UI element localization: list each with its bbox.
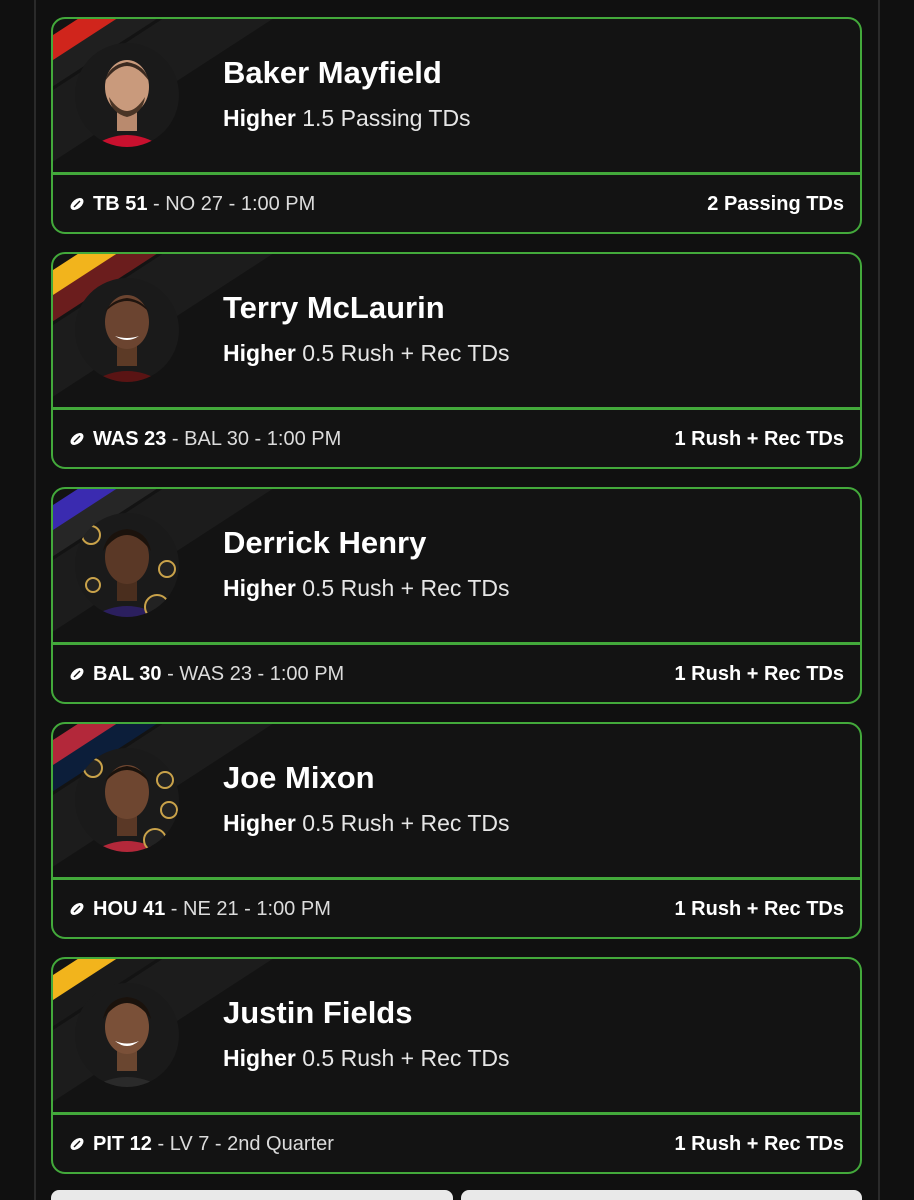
bottom-action-button-left[interactable]	[51, 1190, 453, 1200]
player-name: Derrick Henry	[223, 525, 427, 560]
stat-result: 1 Rush + Rec TDs	[674, 898, 844, 920]
player-name: Baker Mayfield	[223, 55, 442, 90]
pick-line: Higher 0.5 Rush + Rec TDs	[223, 810, 510, 837]
pick-direction: Higher	[223, 340, 296, 366]
pick-direction: Higher	[223, 1045, 296, 1071]
bottom-action-button-right[interactable]	[461, 1190, 862, 1200]
pick-card-footer: PIT 12 - LV 7 - 2nd Quarter 1 Rush + Rec…	[53, 1115, 860, 1172]
pick-card-footer: WAS 23 - BAL 30 - 1:00 PM 1 Rush + Rec T…	[53, 410, 860, 467]
game-details: - NE 21 - 1:00 PM	[165, 898, 331, 920]
pick-card[interactable]: Joe Mixon Higher 0.5 Rush + Rec TDs HOU …	[51, 722, 862, 939]
pick-card-header: Terry McLaurin Higher 0.5 Rush + Rec TDs	[53, 254, 860, 407]
pick-stat-line: 0.5 Rush + Rec TDs	[302, 340, 510, 366]
game-score: HOU 41 - NE 21 - 1:00 PM	[93, 898, 331, 921]
game-score: TB 51 - NO 27 - 1:00 PM	[93, 193, 315, 216]
pick-direction: Higher	[223, 575, 296, 601]
pick-card-header: Derrick Henry Higher 0.5 Rush + Rec TDs	[53, 489, 860, 642]
game-score: WAS 23 - BAL 30 - 1:00 PM	[93, 428, 341, 451]
player-avatar	[71, 35, 183, 155]
team-score: BAL 30	[93, 663, 162, 685]
right-rail-divider	[878, 0, 880, 1200]
pick-direction: Higher	[223, 105, 296, 131]
football-icon	[70, 903, 84, 915]
player-name: Joe Mixon	[223, 760, 375, 795]
pick-card-footer: BAL 30 - WAS 23 - 1:00 PM 1 Rush + Rec T…	[53, 645, 860, 702]
player-avatar	[71, 505, 183, 625]
player-avatar	[71, 740, 183, 860]
pick-card[interactable]: Justin Fields Higher 0.5 Rush + Rec TDs …	[51, 957, 862, 1174]
stat-result: 2 Passing TDs	[707, 193, 844, 215]
player-avatar	[71, 270, 183, 390]
game-details: - LV 7 - 2nd Quarter	[151, 1133, 334, 1155]
pick-direction: Higher	[223, 810, 296, 836]
team-score: HOU 41	[93, 898, 166, 920]
pick-line: Higher 0.5 Rush + Rec TDs	[223, 340, 510, 367]
pick-stat-line: 1.5 Passing TDs	[302, 105, 471, 131]
football-icon	[70, 433, 84, 445]
pick-stat-line: 0.5 Rush + Rec TDs	[302, 810, 510, 836]
team-score: PIT 12	[93, 1133, 152, 1155]
pick-card[interactable]: Baker Mayfield Higher 1.5 Passing TDs TB…	[51, 17, 862, 234]
pick-list-screen: Baker Mayfield Higher 1.5 Passing TDs TB…	[0, 0, 914, 1200]
player-name: Terry McLaurin	[223, 290, 445, 325]
football-icon	[70, 668, 84, 680]
game-details: - WAS 23 - 1:00 PM	[161, 663, 345, 685]
pick-card[interactable]: Derrick Henry Higher 0.5 Rush + Rec TDs …	[51, 487, 862, 704]
pick-line: Higher 1.5 Passing TDs	[223, 105, 471, 132]
left-rail-divider	[34, 0, 36, 1200]
pick-card-header: Baker Mayfield Higher 1.5 Passing TDs	[53, 19, 860, 172]
game-score: PIT 12 - LV 7 - 2nd Quarter	[93, 1133, 334, 1156]
game-details: - NO 27 - 1:00 PM	[147, 193, 316, 215]
game-details: - BAL 30 - 1:00 PM	[166, 428, 342, 450]
pick-stat-line: 0.5 Rush + Rec TDs	[302, 575, 510, 601]
player-name: Justin Fields	[223, 995, 413, 1030]
stat-result: 1 Rush + Rec TDs	[674, 1133, 844, 1155]
player-avatar	[71, 975, 183, 1095]
pick-card-footer: HOU 41 - NE 21 - 1:00 PM 1 Rush + Rec TD…	[53, 880, 860, 937]
stat-result: 1 Rush + Rec TDs	[674, 428, 844, 450]
team-score: WAS 23	[93, 428, 167, 450]
pick-card[interactable]: Terry McLaurin Higher 0.5 Rush + Rec TDs…	[51, 252, 862, 469]
pick-card-header: Justin Fields Higher 0.5 Rush + Rec TDs	[53, 959, 860, 1112]
stat-result: 1 Rush + Rec TDs	[674, 663, 844, 685]
pick-line: Higher 0.5 Rush + Rec TDs	[223, 1045, 510, 1072]
football-icon	[70, 1138, 84, 1150]
pick-card-header: Joe Mixon Higher 0.5 Rush + Rec TDs	[53, 724, 860, 877]
game-score: BAL 30 - WAS 23 - 1:00 PM	[93, 663, 344, 686]
pick-line: Higher 0.5 Rush + Rec TDs	[223, 575, 510, 602]
pick-card-footer: TB 51 - NO 27 - 1:00 PM 2 Passing TDs	[53, 175, 860, 232]
pick-stat-line: 0.5 Rush + Rec TDs	[302, 1045, 510, 1071]
football-icon	[70, 198, 84, 210]
team-score: TB 51	[93, 193, 148, 215]
